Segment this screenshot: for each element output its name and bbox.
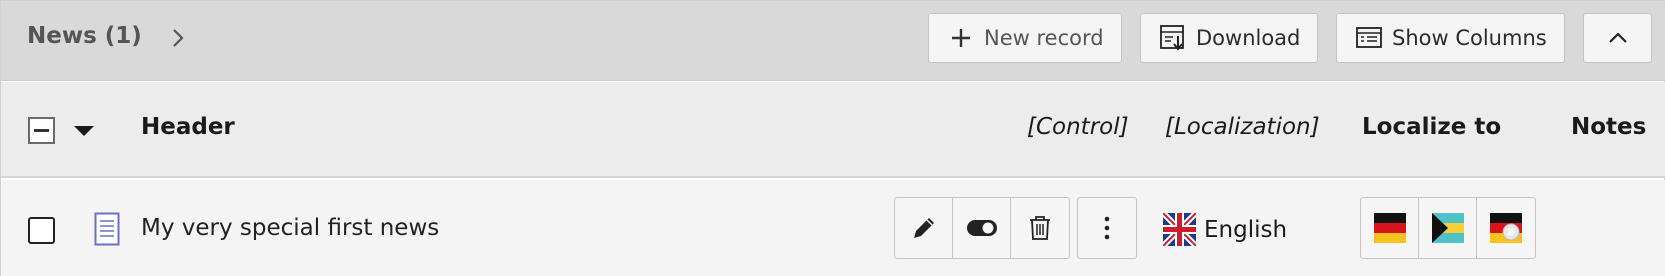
more-actions xyxy=(1077,197,1137,259)
show-columns-label: Show Columns xyxy=(1392,26,1547,50)
download-button[interactable]: Download xyxy=(1140,13,1318,63)
collapse-button[interactable] xyxy=(1583,13,1652,63)
new-record-label: New record xyxy=(984,26,1104,50)
news-record-list: News (1) New record Download Show Column… xyxy=(0,0,1665,276)
download-table-icon xyxy=(1159,24,1187,52)
list-titlebar: News (1) New record Download Show Column… xyxy=(1,1,1665,81)
pencil-icon xyxy=(913,218,934,238)
bs-flag-icon xyxy=(1431,213,1464,243)
plus-icon xyxy=(947,24,975,52)
uk-flag-icon xyxy=(1163,213,1196,246)
list-title[interactable]: News (1) xyxy=(27,23,142,49)
row-title[interactable]: My very special first news xyxy=(141,215,439,241)
localize-de-badge-button[interactable] xyxy=(1477,198,1535,258)
column-header-localization: [Localization] xyxy=(1165,114,1320,140)
record-actions xyxy=(894,197,1070,259)
localize-to-actions xyxy=(1360,197,1536,259)
download-label: Download xyxy=(1196,26,1301,50)
column-header-localize-to: Localize to xyxy=(1362,114,1502,140)
news-record-icon[interactable] xyxy=(94,212,120,246)
caret-down-icon[interactable] xyxy=(74,126,94,136)
more-options-button[interactable] xyxy=(1078,198,1136,258)
localize-de-button[interactable] xyxy=(1361,198,1419,258)
new-record-button[interactable]: New record xyxy=(928,13,1122,63)
chevron-up-icon xyxy=(1607,26,1629,50)
row-checkbox[interactable] xyxy=(28,217,55,244)
language-label: English xyxy=(1204,216,1288,243)
toggle-visibility-button[interactable] xyxy=(953,198,1011,258)
show-columns-button[interactable]: Show Columns xyxy=(1336,13,1565,63)
de-flag-badge-icon xyxy=(1490,213,1522,243)
ellipsis-vertical-icon xyxy=(1104,216,1110,240)
select-all-checkbox[interactable] xyxy=(28,117,55,144)
chevron-right-icon[interactable] xyxy=(169,25,187,51)
record-language: English xyxy=(1163,213,1287,246)
column-header-notes[interactable]: Notes xyxy=(1571,114,1646,140)
de-flag-icon xyxy=(1373,213,1406,243)
delete-button[interactable] xyxy=(1011,198,1069,258)
table-header-row: Header [Control] [Localization] Localize… xyxy=(1,82,1665,178)
localize-bs-button[interactable] xyxy=(1419,198,1477,258)
edit-button[interactable] xyxy=(895,198,953,258)
toggle-icon xyxy=(966,220,997,236)
column-header-title[interactable]: Header xyxy=(141,114,235,140)
columns-icon xyxy=(1355,24,1383,52)
column-header-control: [Control] xyxy=(1027,114,1129,140)
trash-icon xyxy=(1030,216,1050,240)
table-row: My very special first news English xyxy=(1,180,1665,276)
